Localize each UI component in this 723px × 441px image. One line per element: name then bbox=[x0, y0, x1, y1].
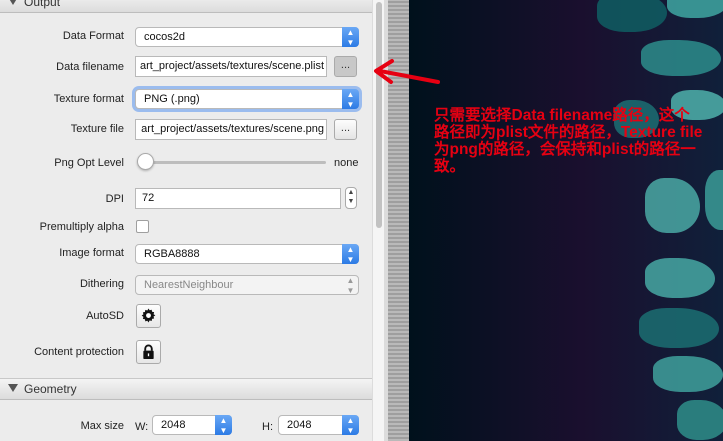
select-arrows-icon: ▲ ▼ bbox=[342, 244, 359, 264]
autosd-button[interactable] bbox=[136, 304, 161, 328]
image-format-label: Image format bbox=[59, 247, 124, 259]
sprite-shape bbox=[667, 0, 723, 18]
max-size-w-value: 2048 bbox=[161, 419, 186, 431]
texture-file-field[interactable]: art_project/assets/textures/scene.png bbox=[135, 119, 327, 140]
texture-format-select[interactable]: PNG (.png) ▲ ▼ bbox=[135, 89, 359, 109]
annotation-arrow-icon bbox=[374, 59, 440, 84]
max-size-h-select[interactable]: 2048 ▲ ▼ bbox=[278, 415, 359, 435]
dithering-select[interactable]: NearestNeighbour ▲ ▼ bbox=[135, 275, 359, 295]
png-opt-level-slider[interactable] bbox=[146, 161, 326, 164]
texture-format-value: PNG (.png) bbox=[144, 93, 200, 105]
premultiply-alpha-checkbox[interactable] bbox=[136, 220, 149, 233]
geometry-section-title: Geometry bbox=[24, 382, 77, 396]
texture-file-value: art_project/assets/textures/scene.png bbox=[141, 123, 324, 135]
output-section-title: Output bbox=[24, 0, 61, 9]
sprite-shape bbox=[645, 258, 715, 298]
dpi-stepper[interactable]: ▲ ▼ bbox=[345, 187, 357, 209]
data-filename-value: art_project/assets/textures/scene.plist bbox=[139, 60, 324, 72]
png-opt-level-slider-knob[interactable] bbox=[137, 153, 154, 170]
collapse-triangle-icon bbox=[8, 0, 18, 5]
max-size-h-label: H: bbox=[262, 421, 273, 433]
settings-scrollbar-thumb[interactable] bbox=[376, 2, 382, 228]
texture-format-label: Texture format bbox=[53, 93, 124, 105]
premultiply-alpha-label: Premultiply alpha bbox=[39, 221, 124, 233]
texture-file-browse-button[interactable]: ... bbox=[334, 119, 357, 140]
sprite-shape bbox=[653, 356, 723, 392]
dpi-label: DPI bbox=[105, 193, 124, 205]
geometry-section-header[interactable]: Geometry bbox=[0, 378, 372, 400]
select-arrows-icon: ▲ ▼ bbox=[215, 415, 232, 435]
dithering-value: NearestNeighbour bbox=[144, 279, 234, 291]
gear-icon bbox=[141, 308, 156, 323]
settings-panel: Output Data Format cocos2d ▲ ▼ Data filen… bbox=[0, 0, 372, 441]
dpi-field[interactable]: 72 bbox=[135, 188, 341, 209]
select-arrows-icon: ▲ ▼ bbox=[342, 415, 359, 435]
png-opt-level-value: none bbox=[334, 157, 359, 169]
autosd-label: AutoSD bbox=[86, 310, 124, 322]
content-protection-label: Content protection bbox=[34, 346, 124, 358]
data-format-value: cocos2d bbox=[144, 31, 185, 43]
sprite-shape bbox=[639, 308, 719, 348]
sprite-shape bbox=[645, 178, 700, 233]
sprite-shape bbox=[641, 40, 721, 76]
max-size-w-select[interactable]: 2048 ▲ ▼ bbox=[152, 415, 232, 435]
output-section-header[interactable]: Output bbox=[0, 0, 372, 13]
annotation-text: 只需要选择Data filename路径，这个路径即为plist文件的路径，Te… bbox=[434, 107, 703, 175]
select-arrows-icon: ▲ ▼ bbox=[342, 89, 359, 109]
sprite-shape bbox=[705, 170, 723, 230]
image-format-select[interactable]: RGBA8888 ▲ ▼ bbox=[135, 244, 359, 264]
select-arrows-icon: ▲ ▼ bbox=[342, 27, 359, 47]
dpi-value: 72 bbox=[142, 192, 155, 204]
max-size-w-label: W: bbox=[135, 421, 149, 433]
content-protection-button[interactable] bbox=[136, 340, 161, 364]
data-filename-field[interactable]: art_project/assets/textures/scene.plist bbox=[135, 56, 327, 77]
data-format-select[interactable]: cocos2d ▲ ▼ bbox=[135, 27, 359, 47]
max-size-h-value: 2048 bbox=[287, 419, 312, 431]
sprite-shape bbox=[677, 400, 723, 440]
sprite-shape bbox=[597, 0, 667, 32]
lock-icon bbox=[143, 344, 154, 360]
max-size-label: Max size bbox=[80, 420, 124, 432]
image-format-value: RGBA8888 bbox=[144, 248, 200, 260]
data-format-label: Data Format bbox=[62, 30, 124, 42]
sprite-sheet-preview-image bbox=[409, 0, 723, 441]
data-filename-label: Data filename bbox=[56, 61, 124, 73]
png-opt-level-label: Png Opt Level bbox=[54, 157, 124, 169]
collapse-triangle-icon bbox=[8, 384, 18, 392]
data-filename-browse-button[interactable]: ... bbox=[334, 56, 357, 77]
texture-file-label: Texture file bbox=[70, 123, 124, 135]
select-arrows-icon: ▲ ▼ bbox=[346, 276, 355, 295]
dithering-label: Dithering bbox=[79, 278, 124, 290]
